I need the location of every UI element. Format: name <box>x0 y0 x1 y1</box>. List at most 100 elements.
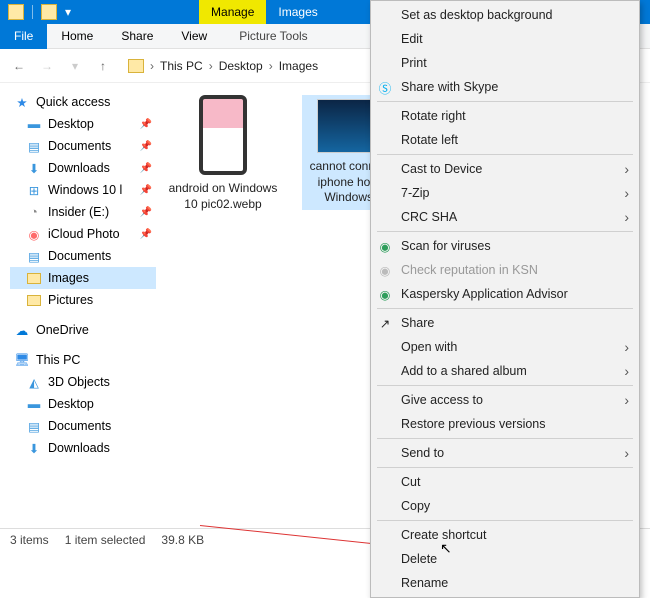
tree-item[interactable]: ▤Documents <box>10 415 156 437</box>
ribbon-tab-file[interactable]: File <box>0 24 47 49</box>
ctx-rotate-left[interactable]: Rotate left <box>371 128 639 152</box>
ctx-check-ksn: ◉Check reputation in KSN <box>371 258 639 282</box>
address-bar[interactable]: › This PC › Desktop › Images <box>128 59 318 73</box>
doc-icon: ▤ <box>26 138 42 154</box>
drive-icon: ◔ <box>26 204 42 220</box>
tree-label: iCloud Photo <box>48 227 120 241</box>
tree-item[interactable]: ◉iCloud Photo📌 <box>10 223 156 245</box>
tree-item[interactable]: Pictures <box>10 289 156 311</box>
3d-icon: ◭ <box>26 374 42 390</box>
ctx-cut[interactable]: Cut <box>371 470 639 494</box>
quick-access-toolbar: ▾ <box>0 4 79 20</box>
forward-button[interactable]: → <box>38 57 56 75</box>
tree-item[interactable]: ◭ 3D Objects <box>10 371 156 393</box>
tree-label: Downloads <box>48 441 110 455</box>
navigation-pane: ★ Quick access ▬Desktop📌▤Documents📌⬇Down… <box>0 83 160 528</box>
recent-locations-button[interactable]: ▾ <box>66 57 84 75</box>
ctx-share[interactable]: ↗Share <box>371 311 639 335</box>
tree-label: Insider (E:) <box>48 205 109 219</box>
ctx-copy[interactable]: Copy <box>371 494 639 518</box>
chevron-right-icon[interactable]: › <box>207 59 215 73</box>
tree-item[interactable]: ⬇Downloads <box>10 437 156 459</box>
tree-label: 3D Objects <box>48 375 110 389</box>
chevron-right-icon[interactable]: › <box>267 59 275 73</box>
ctx-restore-previous[interactable]: Restore previous versions <box>371 412 639 436</box>
file-item[interactable]: android on Windows 10 pic02.webp <box>168 95 278 212</box>
chevron-right-icon: › <box>624 209 629 225</box>
tree-item[interactable]: ⬇Downloads📌 <box>10 157 156 179</box>
chevron-right-icon[interactable]: › <box>148 59 156 73</box>
tree-this-pc[interactable]: 🖥 This PC <box>10 349 156 371</box>
desktop-icon: ▬ <box>26 396 42 412</box>
icloud-icon: ◉ <box>26 226 42 242</box>
skype-icon: Ⓢ <box>377 79 393 95</box>
ctx-scan-viruses[interactable]: ◉Scan for viruses <box>371 234 639 258</box>
tree-label: Documents <box>48 249 111 263</box>
window-title: Images <box>266 0 329 24</box>
folder-icon <box>41 4 57 20</box>
chevron-right-icon: › <box>624 161 629 177</box>
ribbon-tab-view[interactable]: View <box>167 24 221 49</box>
tree-item[interactable]: ▬Desktop📌 <box>10 113 156 135</box>
ribbon-tab-home[interactable]: Home <box>47 24 107 49</box>
ctx-create-shortcut[interactable]: Create shortcut <box>371 523 639 547</box>
ribbon-tab-picture-tools[interactable]: Picture Tools <box>221 24 325 49</box>
ctx-edit[interactable]: Edit <box>371 27 639 51</box>
doc-icon: ▤ <box>26 248 42 264</box>
breadcrumb[interactable]: This PC <box>160 59 203 73</box>
tree-label: OneDrive <box>36 323 89 337</box>
cloud-icon: ☁ <box>14 322 30 338</box>
folder-icon <box>26 292 42 308</box>
pc-icon: 🖥 <box>14 352 30 368</box>
tree-item[interactable]: Images <box>10 267 156 289</box>
tree-item[interactable]: ◔ Insider (E:) 📌 <box>10 201 156 223</box>
file-name: android on Windows 10 pic02.webp <box>168 181 278 212</box>
tree-quick-access[interactable]: ★ Quick access <box>10 91 156 113</box>
doc-icon: ▤ <box>26 418 42 434</box>
chevron-right-icon: › <box>624 445 629 461</box>
breadcrumb[interactable]: Images <box>279 59 318 73</box>
tree-item[interactable]: ▬ Desktop <box>10 393 156 415</box>
down-icon: ⬇ <box>26 160 42 176</box>
status-item-count: 3 items <box>10 533 49 547</box>
shield-icon: ◉ <box>377 238 393 254</box>
ribbon-tab-share[interactable]: Share <box>107 24 167 49</box>
chevron-right-icon: › <box>624 392 629 408</box>
ctx-delete[interactable]: Delete <box>371 547 639 571</box>
tree-item[interactable]: ▤ Documents <box>10 245 156 267</box>
ctx-rotate-right[interactable]: Rotate right <box>371 104 639 128</box>
tree-label: This PC <box>36 353 80 367</box>
pin-icon: 📌 <box>140 119 152 130</box>
tree-item[interactable]: ▤Documents📌 <box>10 135 156 157</box>
ctx-rename[interactable]: Rename <box>371 571 639 595</box>
tree-label: Desktop <box>48 397 94 411</box>
ctx-kaspersky-advisor[interactable]: ◉Kaspersky Application Advisor <box>371 282 639 306</box>
ctx-set-desktop-background[interactable]: Set as desktop background <box>371 3 639 27</box>
tree-item[interactable]: ⊞Windows 10 l📌 <box>10 179 156 201</box>
ctx-share-skype[interactable]: ⓈShare with Skype <box>371 75 639 99</box>
share-icon: ↗ <box>377 315 393 331</box>
breadcrumb[interactable]: Desktop <box>219 59 263 73</box>
tree-label: Windows 10 l <box>48 183 122 197</box>
chevron-down-icon[interactable]: ▾ <box>65 5 71 19</box>
chevron-right-icon: › <box>624 185 629 201</box>
ctx-print[interactable]: Print <box>371 51 639 75</box>
status-size: 39.8 KB <box>161 533 204 547</box>
ctx-send-to[interactable]: Send to› <box>371 441 639 465</box>
ctx-give-access-to[interactable]: Give access to› <box>371 388 639 412</box>
chevron-right-icon: › <box>624 339 629 355</box>
ribbon-context-tab-manage[interactable]: Manage <box>199 0 266 24</box>
ctx-add-shared-album[interactable]: Add to a shared album› <box>371 359 639 383</box>
ctx-7zip[interactable]: 7-Zip› <box>371 181 639 205</box>
tree-label: Pictures <box>48 293 93 307</box>
pin-icon: 📌 <box>140 207 152 218</box>
tree-onedrive[interactable]: ☁ OneDrive <box>10 319 156 341</box>
tree-label: Desktop <box>48 117 94 131</box>
back-button[interactable]: ← <box>10 57 28 75</box>
folder-icon <box>8 4 24 20</box>
ctx-crc-sha[interactable]: CRC SHA› <box>371 205 639 229</box>
ctx-open-with[interactable]: Open with› <box>371 335 639 359</box>
file-thumbnail <box>199 95 247 175</box>
up-button[interactable]: ↑ <box>94 57 112 75</box>
ctx-cast-to-device[interactable]: Cast to Device› <box>371 157 639 181</box>
